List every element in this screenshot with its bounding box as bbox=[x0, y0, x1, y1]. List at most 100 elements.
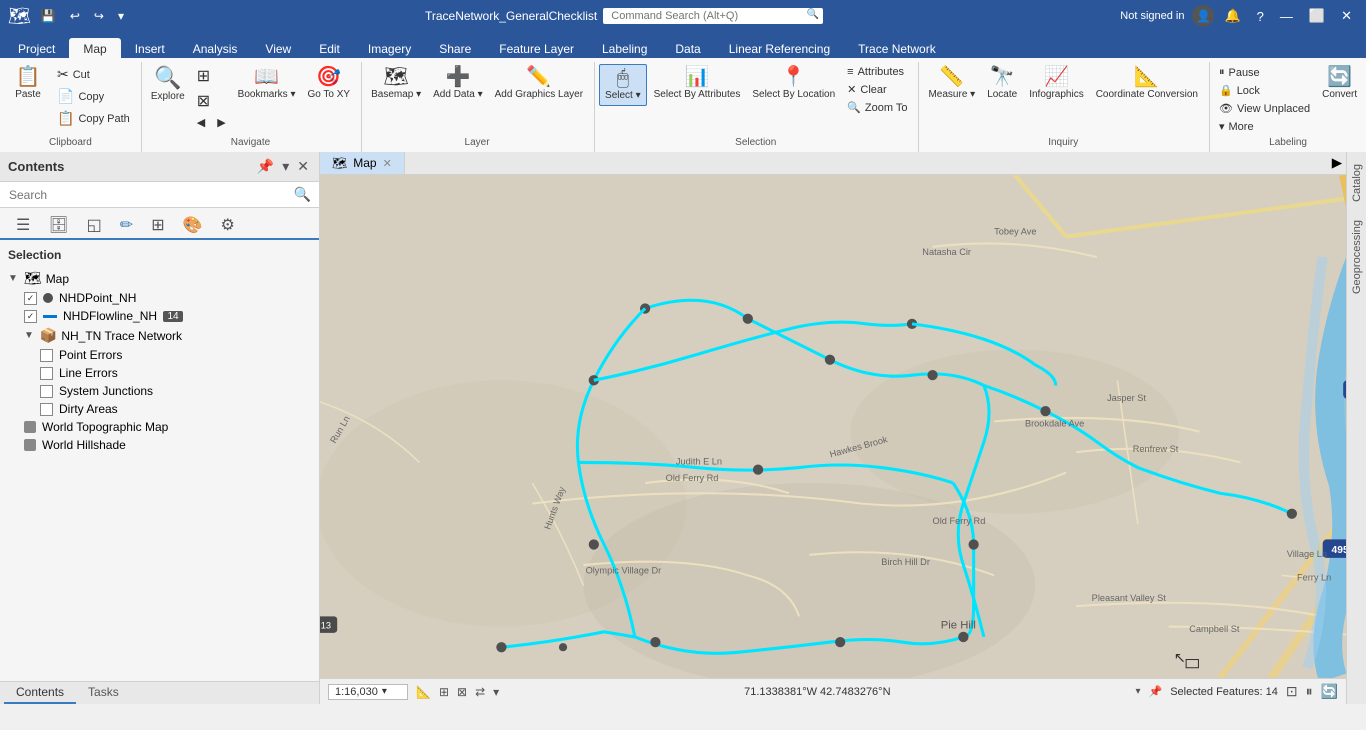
sidebar-tab-database[interactable]: 🗄 bbox=[40, 212, 76, 240]
forward-button[interactable]: ▶ bbox=[212, 114, 230, 131]
tab-analysis[interactable]: Analysis bbox=[179, 38, 252, 58]
sidebar-tab-paint[interactable]: 🎨 bbox=[175, 212, 211, 240]
sidebar-tab-draw[interactable]: ✏ bbox=[112, 212, 141, 240]
explore-button[interactable]: 🔍 Explore bbox=[146, 64, 190, 106]
copy-path-button[interactable]: 📋 Copy Path bbox=[52, 108, 135, 129]
status-measure-btn[interactable]: 📐 bbox=[416, 685, 431, 699]
minimize-btn[interactable]: — bbox=[1274, 7, 1299, 26]
go-to-xy-button[interactable]: 🎯 Go To XY bbox=[302, 64, 355, 104]
full-extent-button[interactable]: ⊠ bbox=[192, 89, 231, 113]
user-icon[interactable]: 👤 bbox=[1192, 5, 1214, 27]
btab-tasks[interactable]: Tasks bbox=[76, 682, 131, 704]
notification-btn[interactable]: 🔔 bbox=[1218, 6, 1246, 26]
trace-network-group[interactable]: ▼ 📦 NH_TN Trace Network bbox=[16, 325, 319, 346]
quick-access-redo[interactable]: ↪ bbox=[90, 7, 108, 25]
more-labeling-button[interactable]: ▾ More bbox=[1214, 118, 1315, 135]
map-canvas[interactable]: 495 I-95 125 13 Tobey Ave Natasha Cir Br… bbox=[320, 175, 1346, 678]
tab-imagery[interactable]: Imagery bbox=[354, 38, 425, 58]
back-button[interactable]: ◀ bbox=[192, 114, 210, 131]
close-btn[interactable]: ✕ bbox=[1335, 6, 1358, 26]
fixed-zoom-button[interactable]: ⊞ bbox=[192, 64, 231, 88]
sidebar-search-icon[interactable]: 🔍 bbox=[294, 186, 311, 203]
coord-conversion-button[interactable]: 📐 Coordinate Conversion bbox=[1091, 64, 1203, 104]
tab-scroll-right[interactable]: ▶ bbox=[1328, 155, 1346, 171]
attributes-button[interactable]: ≡ Attributes bbox=[842, 64, 912, 80]
geoprocessing-tab[interactable]: Geoprocessing bbox=[1348, 212, 1366, 302]
map-tab-close[interactable]: ✕ bbox=[383, 157, 392, 170]
maximize-btn[interactable]: ⬜ bbox=[1303, 6, 1331, 26]
convert-button[interactable]: 🔄 Convert bbox=[1317, 64, 1362, 104]
select-by-location-button[interactable]: 📍 Select By Location bbox=[747, 64, 840, 104]
layer-nhdpoint[interactable]: ✓ NHDPoint_NH bbox=[16, 289, 319, 307]
basemap-button[interactable]: 🗺 Basemap ▾ bbox=[366, 64, 426, 104]
clear-button[interactable]: ✕ Clear bbox=[842, 81, 912, 98]
command-search-input[interactable] bbox=[603, 8, 823, 24]
status-layout-btn[interactable]: ⊠ bbox=[457, 685, 467, 699]
help-btn[interactable]: ? bbox=[1251, 7, 1270, 26]
tab-labeling[interactable]: Labeling bbox=[588, 38, 661, 58]
tab-share[interactable]: Share bbox=[425, 38, 485, 58]
zoom-to-button[interactable]: 🔍 Zoom To bbox=[842, 99, 912, 116]
tab-feature-layer[interactable]: Feature Layer bbox=[485, 38, 588, 58]
tab-linear-referencing[interactable]: Linear Referencing bbox=[715, 38, 844, 58]
quick-access-save[interactable]: 💾 bbox=[37, 7, 60, 25]
map-tree-item[interactable]: ▼ 🗺 Map bbox=[0, 268, 319, 289]
nhdflowline-checkbox[interactable]: ✓ bbox=[24, 310, 37, 323]
nhdpoint-checkbox[interactable]: ✓ bbox=[24, 292, 37, 305]
sidebar-tab-grid[interactable]: ⊞ bbox=[143, 212, 172, 240]
sidebar-search-input[interactable] bbox=[8, 187, 290, 203]
layer-nhdflowline[interactable]: ✓ NHDFlowline_NH 14 bbox=[16, 307, 319, 325]
tab-insert[interactable]: Insert bbox=[121, 38, 179, 58]
status-refresh-btn[interactable]: 🔄 bbox=[1321, 683, 1338, 700]
pause-button[interactable]: ⏸ Pause bbox=[1214, 64, 1315, 81]
paste-button[interactable]: 📋 Paste bbox=[6, 64, 50, 104]
scale-selector[interactable]: 1:16,030 ▾ bbox=[328, 684, 408, 700]
infographics-button[interactable]: 📈 Infographics bbox=[1024, 64, 1088, 104]
sidebar-tab-filter[interactable]: ◱ bbox=[79, 212, 110, 240]
tab-view[interactable]: View bbox=[251, 38, 305, 58]
status-dropdown2[interactable]: ▾ bbox=[493, 685, 499, 699]
dirty-areas-checkbox[interactable] bbox=[40, 403, 53, 416]
layer-point-errors[interactable]: Point Errors bbox=[32, 346, 319, 364]
system-junctions-checkbox[interactable] bbox=[40, 385, 53, 398]
bookmarks-button[interactable]: 📖 Bookmarks ▾ bbox=[233, 64, 301, 104]
layer-world-hillshade[interactable]: World Hillshade bbox=[16, 436, 319, 454]
tab-data[interactable]: Data bbox=[661, 38, 714, 58]
sidebar-tab-settings[interactable]: ⚙ bbox=[213, 212, 243, 240]
view-unplaced-button[interactable]: 👁 View Unplaced bbox=[1214, 100, 1315, 117]
layer-dirty-areas[interactable]: Dirty Areas bbox=[32, 400, 319, 418]
locate-button[interactable]: 🔭 Locate bbox=[982, 64, 1022, 104]
quick-access-undo[interactable]: ↩ bbox=[66, 7, 84, 25]
tab-map[interactable]: Map bbox=[69, 38, 120, 58]
status-pause-btn[interactable]: ⏸ bbox=[1306, 683, 1313, 700]
btab-contents[interactable]: Contents bbox=[4, 682, 76, 704]
select-button[interactable]: 🖱 Select ▾ bbox=[599, 64, 647, 106]
add-data-button[interactable]: ➕ Add Data ▾ bbox=[428, 64, 488, 104]
lock-button[interactable]: 🔒 Lock bbox=[1214, 82, 1315, 99]
status-grid-btn[interactable]: ⊞ bbox=[439, 685, 449, 699]
world-topo-symbol bbox=[24, 421, 36, 433]
point-errors-checkbox[interactable] bbox=[40, 349, 53, 362]
sidebar-tab-list[interactable]: ☰ bbox=[8, 212, 38, 240]
layer-line-errors[interactable]: Line Errors bbox=[32, 364, 319, 382]
cut-button[interactable]: ✂ Cut bbox=[52, 64, 135, 85]
layer-system-junctions[interactable]: System Junctions bbox=[32, 382, 319, 400]
status-sync-btn[interactable]: ⇄ bbox=[475, 685, 485, 699]
catalog-tab[interactable]: Catalog bbox=[1348, 156, 1366, 210]
sidebar-pin-btn[interactable]: 📌 bbox=[255, 156, 276, 177]
map-tab[interactable]: 🗺 Map ✕ bbox=[320, 152, 405, 174]
add-graphics-button[interactable]: ✏️ Add Graphics Layer bbox=[490, 64, 588, 104]
sidebar-close-btn[interactable]: ✕ bbox=[295, 156, 311, 177]
status-coords-dropdown[interactable]: ▾ bbox=[1135, 686, 1140, 697]
select-by-attributes-button[interactable]: 📊 Select By Attributes bbox=[649, 64, 746, 104]
status-view-btn[interactable]: ⊡ bbox=[1286, 683, 1298, 700]
sidebar-menu-btn[interactable]: ▾ bbox=[280, 156, 291, 177]
tab-trace-network[interactable]: Trace Network bbox=[844, 38, 950, 58]
quick-access-dropdown[interactable]: ▾ bbox=[114, 7, 128, 25]
measure-button[interactable]: 📏 Measure ▾ bbox=[923, 64, 980, 104]
tab-edit[interactable]: Edit bbox=[305, 38, 354, 58]
tab-project[interactable]: Project bbox=[4, 38, 69, 58]
layer-world-topo[interactable]: World Topographic Map bbox=[16, 418, 319, 436]
copy-button[interactable]: 📄 Copy bbox=[52, 86, 135, 107]
line-errors-checkbox[interactable] bbox=[40, 367, 53, 380]
